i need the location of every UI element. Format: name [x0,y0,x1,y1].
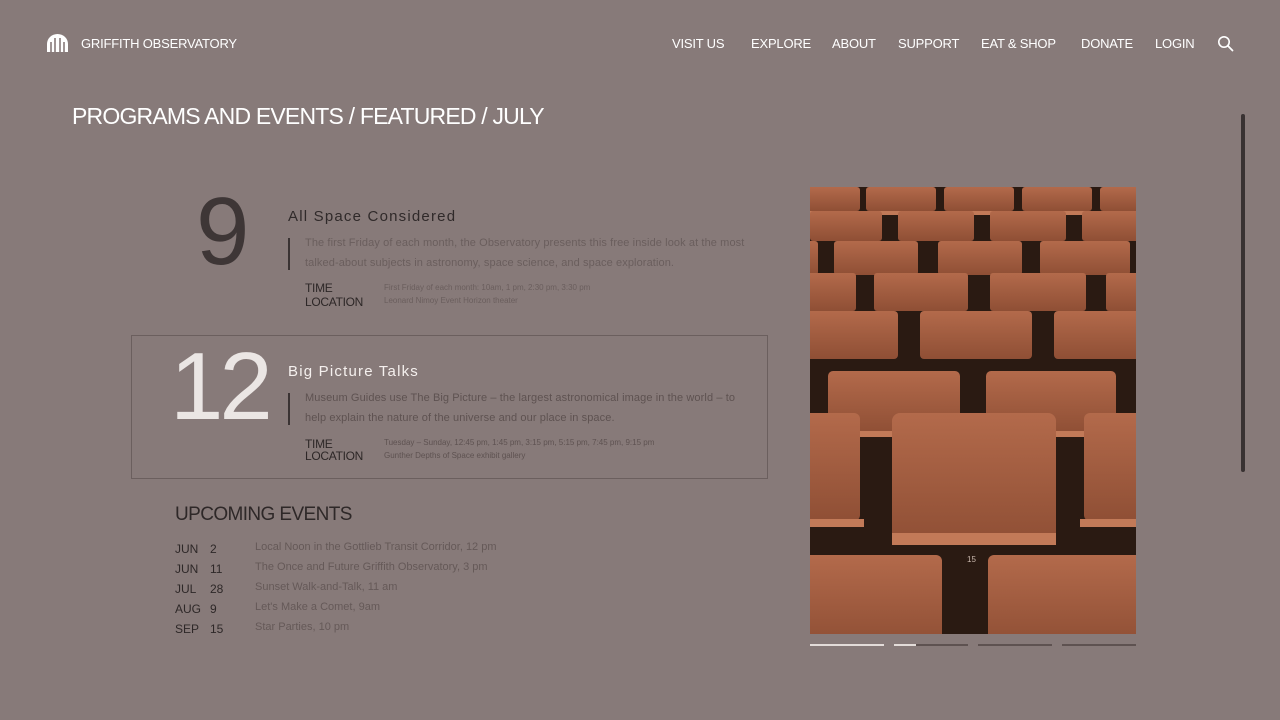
event-month: JUL [175,582,197,596]
search-icon[interactable] [1217,35,1234,52]
theater-seats-photo: 15 [810,187,1136,634]
nav-visit-us[interactable]: VISIT US [672,36,725,51]
nav-support[interactable]: SUPPORT [898,36,959,51]
event-location: Leonard Nimoy Event Horizon theater [384,296,518,305]
upcoming-event-row[interactable]: JUL 28 Sunset Walk-and-Talk, 11 am [175,581,515,602]
event-title[interactable]: Big Picture Talks [288,363,419,380]
event-month: SEP [175,622,200,636]
event-divider [288,393,290,425]
event-day: 12 [170,333,273,440]
breadcrumb: PROGRAMS AND EVENTS / FEATURED / JULY [72,103,545,129]
carousel-dot-4[interactable] [1062,644,1136,646]
seat-number: 15 [967,555,976,564]
nav-login[interactable]: LOGIN [1155,36,1195,51]
event-day: 2 [210,542,217,556]
carousel-dot-1[interactable] [810,644,884,646]
event-day: 11 [210,562,223,576]
nav-about[interactable]: ABOUT [832,36,876,51]
event-name[interactable]: Local Noon in the Gottlieb Transit Corri… [255,541,497,553]
event-month: JUN [175,542,199,556]
location-label: LOCATION [305,449,364,463]
event-location: Gunther Depths of Space exhibit gallery [384,451,526,460]
event-day: 15 [210,622,224,636]
event-day: 9 [210,602,217,616]
event-day: 28 [210,582,224,596]
event-name[interactable]: Star Parties, 10 pm [255,621,349,633]
event-month: AUG [175,602,202,616]
upcoming-event-row[interactable]: AUG 9 Let's Make a Comet, 9am [175,601,515,622]
nav-eat-shop[interactable]: EAT & SHOP [981,36,1056,51]
upcoming-event-row[interactable]: SEP 15 Star Parties, 10 pm [175,621,515,642]
carousel-progress-fill [894,644,916,646]
upcoming-events-heading: UPCOMING EVENTS [175,504,352,525]
event-month: JUN [175,562,199,576]
carousel-dot-3[interactable] [978,644,1052,646]
time-label: TIME [305,281,333,295]
event-time: Tuesday – Sunday, 12:45 pm, 1:45 pm, 3:1… [384,438,655,447]
nav-explore[interactable]: EXPLORE [751,36,811,51]
brand-name[interactable]: GRIFFITH OBSERVATORY [81,36,237,51]
event-name[interactable]: Sunset Walk-and-Talk, 11 am [255,581,397,593]
upcoming-event-row[interactable]: JUN 2 Local Noon in the Gottlieb Transit… [175,541,515,562]
event-description: The first Friday of each month, the Obse… [305,237,745,269]
upcoming-event-row[interactable]: JUN 11 The Once and Future Griffith Obse… [175,561,515,582]
event-name[interactable]: The Once and Future Griffith Observatory… [255,561,488,573]
nav-donate[interactable]: DONATE [1081,36,1133,51]
event-title[interactable]: All Space Considered [288,208,456,225]
event-divider [288,238,290,270]
event-time: First Friday of each month: 10am, 1 pm, … [384,283,591,292]
event-day: 9 [196,178,249,285]
observatory-logo-icon[interactable] [46,33,69,53]
scrollbar[interactable] [1241,114,1245,472]
location-label: LOCATION [305,295,364,309]
event-name[interactable]: Let's Make a Comet, 9am [255,601,380,613]
event-description: Museum Guides use The Big Picture – the … [305,392,736,424]
